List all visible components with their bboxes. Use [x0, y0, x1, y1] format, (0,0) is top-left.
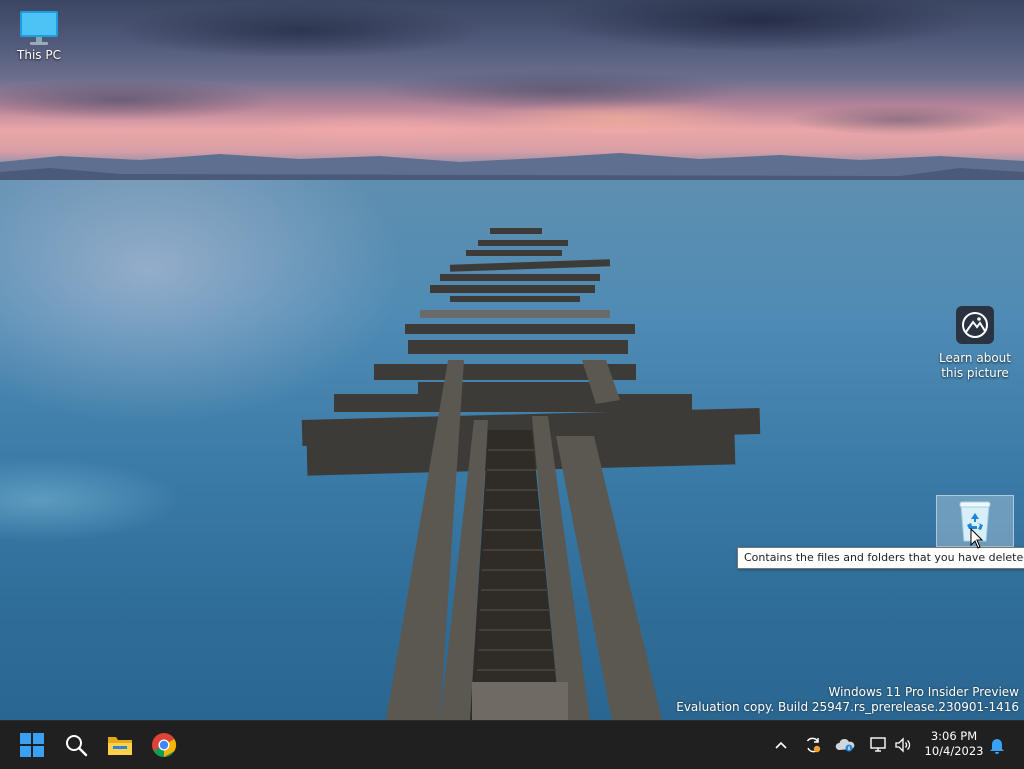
onedrive-tray-button[interactable] [834, 733, 856, 757]
file-explorer-icon [108, 737, 132, 755]
evaluation-watermark: Windows 11 Pro Insider Preview Evaluatio… [676, 685, 1019, 715]
desktop-icon-label: This PC [17, 48, 61, 62]
search-button[interactable] [56, 725, 96, 765]
network-icon [870, 737, 886, 752]
desktop-icon-label: this picture [941, 366, 1009, 380]
search-icon [66, 735, 88, 757]
taskbar: 3:06 PM 10/4/2023 [0, 720, 1024, 769]
watermark-line-2: Evaluation copy. Build 25947.rs_prerelea… [676, 700, 1019, 714]
this-pc-icon [20, 11, 58, 45]
recycle-bin-tooltip: Contains the files and folders that you … [737, 547, 1024, 569]
clock[interactable]: 3:06 PM 10/4/2023 [920, 729, 988, 759]
network-volume-tray-button[interactable] [866, 733, 916, 757]
desktop-icon-label: Learn about [939, 351, 1011, 365]
clock-date: 10/4/2023 [924, 744, 984, 758]
notification-bell-icon [990, 739, 1004, 754]
clock-time: 3:06 PM [930, 729, 978, 743]
watermark-line-1: Windows 11 Pro Insider Preview [828, 685, 1019, 699]
start-button[interactable] [12, 725, 52, 765]
sync-tray-button[interactable] [802, 733, 824, 757]
sync-icon [806, 737, 821, 753]
chrome-icon [152, 733, 177, 757]
file-explorer-button[interactable] [100, 725, 140, 765]
mouse-cursor-icon [970, 528, 984, 549]
chrome-button[interactable] [144, 725, 184, 765]
desktop[interactable]: This PC Learn about this picture Contain… [0, 0, 1024, 720]
volume-icon [895, 737, 911, 753]
show-hidden-icons-button[interactable] [770, 733, 792, 757]
notification-center-button[interactable] [986, 733, 1008, 757]
chevron-up-icon [775, 741, 787, 749]
desktop-icon-this-pc[interactable]: This PC [10, 8, 68, 63]
learn-about-picture-icon [956, 306, 994, 344]
wallpaper-pier [301, 228, 761, 720]
onedrive-icon [835, 738, 855, 752]
windows-start-icon [20, 733, 44, 757]
desktop-icon-learn-about-picture[interactable]: Learn about this picture [934, 305, 1016, 381]
